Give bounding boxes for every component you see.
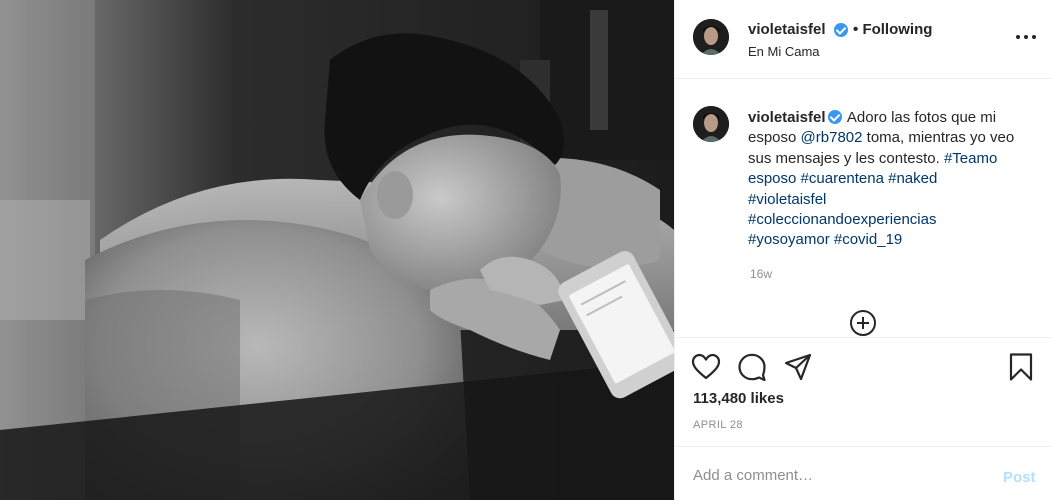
hashtag-link[interactable]: esposo xyxy=(748,170,796,187)
paper-plane-icon[interactable] xyxy=(783,352,813,382)
hashtag-link[interactable]: #naked xyxy=(888,170,937,187)
caption-text: violetaisfel Adoro las fotos que mi espo… xyxy=(748,108,1038,251)
verified-badge-icon xyxy=(834,23,848,37)
avatar-image xyxy=(693,19,729,55)
caption-avatar[interactable] xyxy=(693,106,729,142)
verified-badge-icon xyxy=(827,110,842,124)
bookmark-icon[interactable] xyxy=(1006,352,1036,382)
comment-icon[interactable] xyxy=(737,352,767,382)
likes-count[interactable]: 113,480 likes xyxy=(693,390,784,407)
add-comment-form: Post xyxy=(675,446,1051,500)
post-photo[interactable] xyxy=(0,0,674,500)
hashtag-link[interactable]: #Teamo xyxy=(944,150,997,167)
post-side-panel: violetaisfel • Following En Mi Cama viol… xyxy=(674,0,1051,500)
avatar-image xyxy=(693,106,729,142)
avatar[interactable] xyxy=(693,19,729,55)
heart-icon[interactable] xyxy=(691,352,721,382)
post-caption: violetaisfel Adoro las fotos que mi espo… xyxy=(675,80,1051,336)
plus-circle-icon[interactable] xyxy=(849,309,877,337)
hashtag-link[interactable]: #cuarentena xyxy=(801,170,884,187)
separator-dot: • xyxy=(853,21,859,38)
hashtag-link[interactable]: #coleccionandoexperiencias xyxy=(748,211,936,228)
hashtag-link[interactable]: #yosoyamor xyxy=(748,231,830,248)
caption-username[interactable]: violetaisfel xyxy=(748,109,826,126)
hashtag-link[interactable]: #covid_19 xyxy=(834,231,902,248)
instagram-post: violetaisfel • Following En Mi Cama viol… xyxy=(0,0,1051,500)
username-link[interactable]: violetaisfel xyxy=(748,21,826,38)
hashtag-link[interactable]: #violetaisfel xyxy=(748,191,826,208)
comment-input[interactable] xyxy=(693,467,983,484)
post-date[interactable]: APRIL 28 xyxy=(693,419,743,431)
following-label: Following xyxy=(862,21,933,38)
following-button[interactable]: • Following xyxy=(853,21,932,38)
post-header: violetaisfel • Following En Mi Cama xyxy=(675,0,1051,79)
mention-link[interactable]: @rb7802 xyxy=(801,129,863,146)
location-link[interactable]: En Mi Cama xyxy=(748,44,820,59)
post-comment-button[interactable]: Post xyxy=(1003,469,1036,486)
post-time-ago[interactable]: 16w xyxy=(750,267,772,281)
photo-illustration xyxy=(0,0,674,500)
more-options-icon[interactable] xyxy=(1015,28,1037,46)
post-actions xyxy=(675,337,1051,397)
